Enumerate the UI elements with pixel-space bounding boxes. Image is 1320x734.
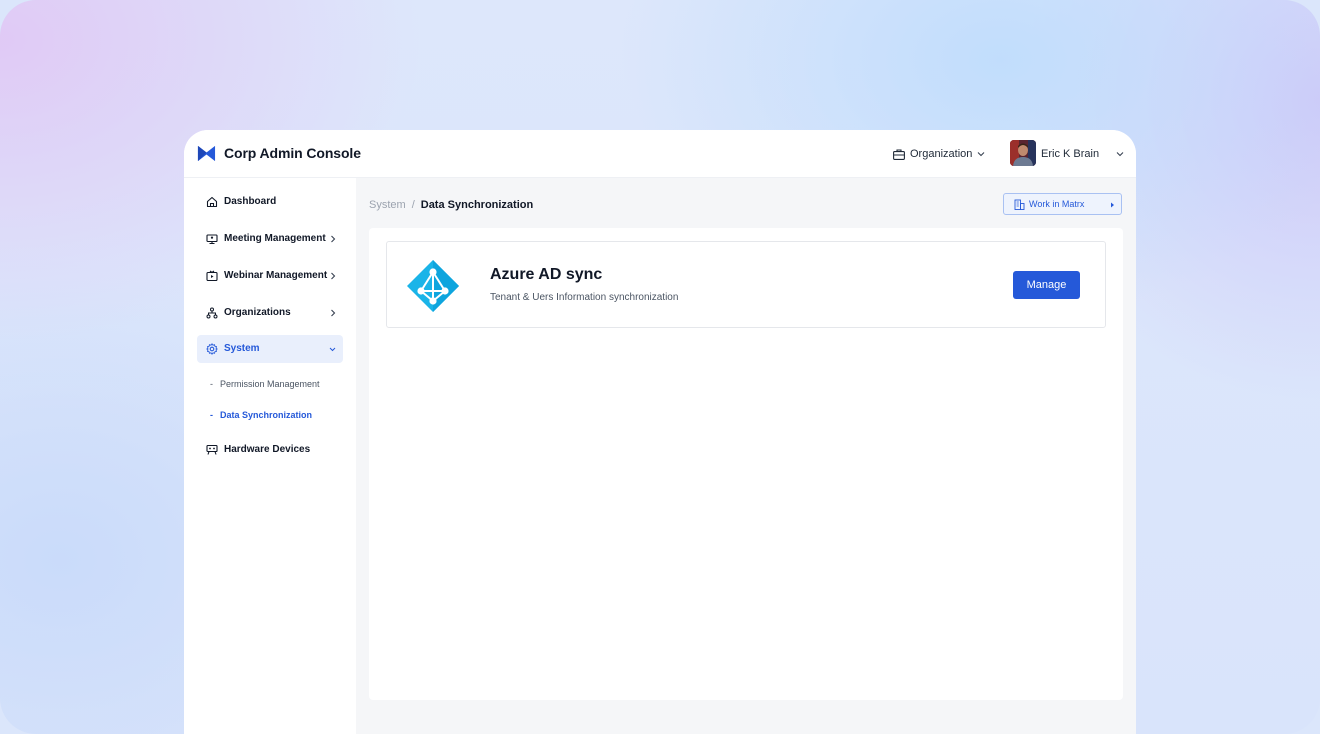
user-avatar[interactable] [1010, 140, 1036, 166]
sidebar-item-system[interactable]: System [197, 335, 343, 363]
home-icon [206, 196, 218, 208]
azure-ad-sync-card: Azure AD sync Tenant & Uers Information … [386, 241, 1106, 328]
sidebar-item-webinar-management[interactable]: Webinar Management [197, 262, 343, 290]
sidebar-item-label: Dashboard [224, 196, 277, 207]
sidebar: Dashboard Meeting Management Webinar Man… [184, 178, 356, 734]
chevron-right-icon [331, 272, 336, 280]
sidebar-subitem-label: Permission Management [220, 379, 320, 389]
main-content: System / Data Synchronization Work in Matr… [356, 178, 1136, 734]
sidebar-subitem-data-synchronization[interactable]: - Data Synchronization [210, 410, 312, 426]
breadcrumb: System / Data Synchronization [369, 199, 533, 211]
top-bar: Corp Admin Console Organization Eric K B… [184, 130, 1136, 178]
sidebar-item-label: Meeting Management [224, 233, 326, 244]
card-description: Tenant & Uers Information synchronizatio… [490, 292, 679, 303]
caret-right-icon [1111, 202, 1114, 208]
org-tree-icon [206, 307, 218, 319]
azure-ad-icon [407, 260, 459, 312]
sidebar-item-dashboard[interactable]: Dashboard [197, 188, 343, 216]
sidebar-item-label: Hardware Devices [224, 444, 311, 455]
building-icon [1014, 199, 1025, 210]
chevron-right-icon [331, 235, 336, 243]
chevron-down-icon [329, 347, 336, 352]
sidebar-item-hardware-devices[interactable]: Hardware Devices [197, 436, 343, 464]
webinar-icon [206, 270, 218, 282]
settings-gear-icon [206, 343, 218, 355]
manage-button[interactable]: Manage [1013, 271, 1080, 299]
meeting-screen-icon [206, 234, 218, 245]
breadcrumb-separator: / [411, 199, 415, 211]
breadcrumb-parent-link[interactable]: System [369, 199, 406, 211]
breadcrumb-current: Data Synchronization [420, 199, 534, 211]
briefcase-icon [893, 148, 905, 160]
user-name[interactable]: Eric K Brain [1041, 148, 1099, 160]
sidebar-subitem-label: Data Synchronization [220, 410, 313, 420]
sidebar-item-label: Webinar Management [224, 270, 328, 281]
chevron-right-icon [331, 309, 336, 317]
organization-switcher[interactable]: Organization [893, 146, 985, 162]
app-window: Corp Admin Console Organization Eric K B… [184, 130, 1136, 734]
work-in-matrx-label: Work in Matrx [1029, 199, 1085, 209]
chevron-down-icon [977, 152, 985, 157]
sidebar-item-organizations[interactable]: Organizations [197, 299, 343, 327]
sidebar-item-label: System [224, 343, 260, 354]
bullet-dash: - [210, 379, 213, 389]
work-in-matrx-button[interactable]: Work in Matrx [1003, 193, 1122, 215]
app-title: Corp Admin Console [224, 145, 361, 161]
sidebar-item-meeting-management[interactable]: Meeting Management [197, 225, 343, 253]
user-photo-icon [1010, 140, 1036, 166]
sidebar-item-label: Organizations [224, 307, 291, 318]
card-title: Azure AD sync [490, 266, 603, 283]
hardware-device-icon [206, 444, 218, 455]
bullet-dash: - [210, 410, 213, 420]
sidebar-subitem-permission-management[interactable]: - Permission Management [210, 379, 320, 395]
organization-switcher-label: Organization [910, 148, 973, 160]
content-panel: Azure AD sync Tenant & Uers Information … [369, 228, 1123, 700]
app-logo-icon [197, 145, 216, 162]
user-menu-chevron-down-icon[interactable] [1116, 151, 1124, 157]
